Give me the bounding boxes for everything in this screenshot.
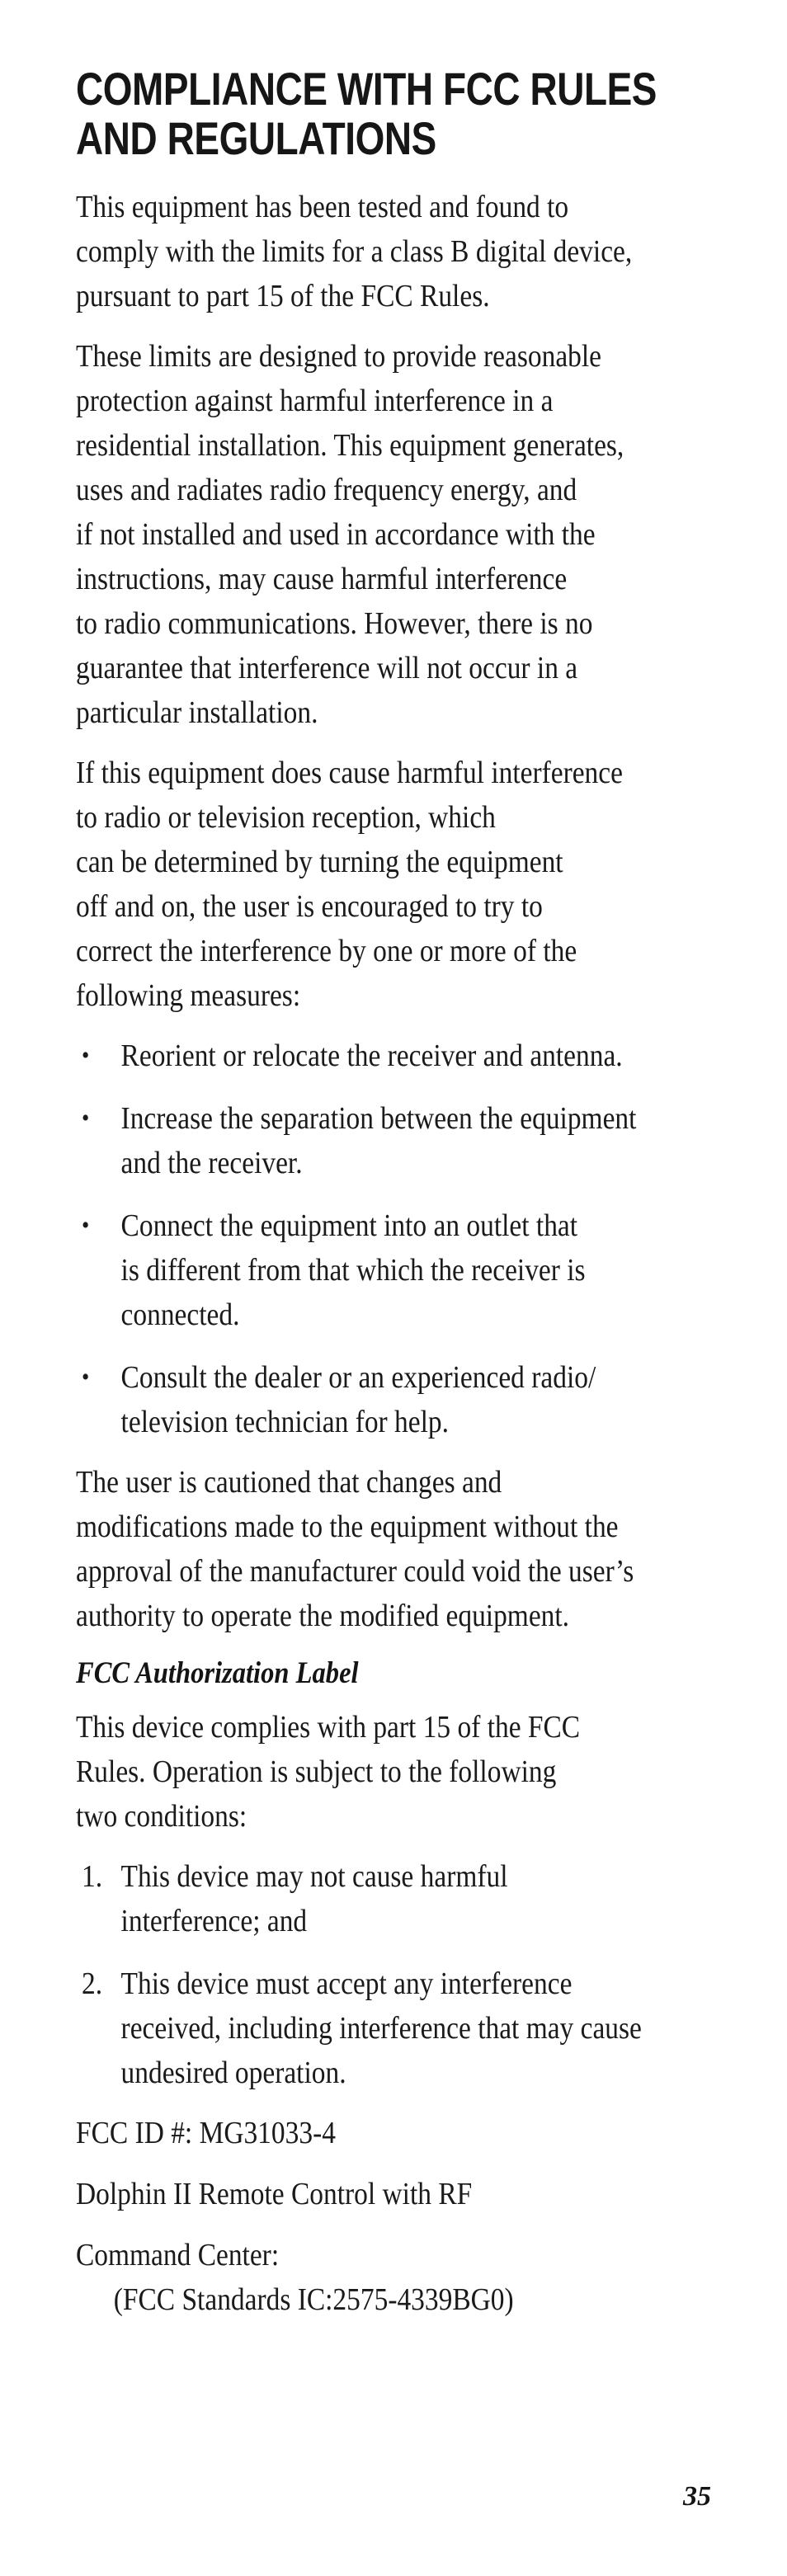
paragraph-line: guarantee that interference will not occ… <box>76 651 578 685</box>
bullet-icon: • <box>82 1042 90 1069</box>
paragraph-line: two conditions: <box>76 1799 247 1834</box>
paragraph-line: comply with the limits for a class B dig… <box>76 234 633 269</box>
paragraph-line: This equipment has been tested and found… <box>76 190 569 224</box>
list-item-line: This device must accept any interference <box>120 1966 573 2001</box>
bullet-icon: • <box>82 1104 90 1132</box>
list-number: 2. <box>82 1966 103 2001</box>
section-subheading: FCC Authorization Label <box>76 1656 359 1690</box>
paragraph-caution: The user is cautioned that changes and m… <box>76 1460 703 1638</box>
list-item-line: Connect the equipment into an outlet tha… <box>120 1208 578 1243</box>
paragraph-line: to radio communications. However, there … <box>76 606 593 641</box>
conditions-numbered-list: 1. This device may not cause harmful int… <box>76 1854 703 2095</box>
product-name-line: Dolphin II Remote Control with RF <box>76 2177 473 2211</box>
paragraph-line: protection against harmful interference … <box>76 384 554 418</box>
paragraph-line: These limits are designed to provide rea… <box>76 339 602 374</box>
list-item-line: received, including interference that ma… <box>120 2011 642 2046</box>
paragraph-line: particular installation. <box>76 695 318 730</box>
paragraph-line: uses and radiates radio frequency energy… <box>76 473 577 507</box>
document-page: COMPLIANCE WITH FCC RULES AND REGULATION… <box>0 0 787 2576</box>
list-item: • Increase the separation between the eq… <box>76 1096 747 1185</box>
list-item-line: and the receiver. <box>120 1146 303 1180</box>
paragraph-line: off and on, the user is encouraged to tr… <box>76 889 543 924</box>
paragraph-line: can be determined by turning the equipme… <box>76 845 563 879</box>
paragraph-compliance: This device complies with part 15 of the… <box>76 1705 703 1839</box>
list-item-line: Consult the dealer or an experienced rad… <box>120 1360 596 1395</box>
list-number: 1. <box>82 1859 103 1894</box>
paragraph-line: This device complies with part 15 of the… <box>76 1710 581 1745</box>
paragraph-line: following measures: <box>76 978 301 1013</box>
list-item-line: undesired operation. <box>120 2056 346 2090</box>
list-item-line: interference; and <box>120 1904 308 1938</box>
list-item-line: This device may not cause harmful <box>120 1859 508 1894</box>
page-content: COMPLIANCE WITH FCC RULES AND REGULATION… <box>76 0 703 2322</box>
paragraph-line: The user is cautioned that changes and <box>76 1465 502 1500</box>
fcc-standards-line: (FCC Standards IC:2575-4339BG0) <box>113 2282 514 2317</box>
list-item: 2. This device must accept any interfere… <box>76 1961 747 2095</box>
list-item-line: is different from that which the receive… <box>120 1253 586 1288</box>
list-item-line: connected. <box>120 1297 240 1332</box>
list-item: • Connect the equipment into an outlet t… <box>76 1203 747 1337</box>
list-item-line: television technician for help. <box>120 1405 449 1439</box>
paragraph-line: modifications made to the equipment with… <box>76 1509 619 1544</box>
page-number: 35 <box>683 2481 711 2512</box>
list-item: • Consult the dealer or an experienced r… <box>76 1355 747 1444</box>
measures-bullet-list: • Reorient or relocate the receiver and … <box>76 1034 703 1444</box>
paragraph-line: to radio or television reception, which <box>76 800 496 835</box>
paragraph-line: authority to operate the modified equipm… <box>76 1599 570 1633</box>
paragraph-line: If this equipment does cause harmful int… <box>76 756 623 790</box>
list-item-line: Reorient or relocate the receiver and an… <box>120 1038 623 1073</box>
page-title-line-1: COMPLIANCE WITH FCC RULES <box>76 63 657 115</box>
list-item-line: Increase the separation between the equi… <box>120 1101 637 1136</box>
list-item: • Reorient or relocate the receiver and … <box>76 1034 747 1078</box>
fcc-id-line: FCC ID #: MG31033-4 <box>76 2116 336 2150</box>
page-title-line-2: AND REGULATIONS <box>76 112 436 164</box>
paragraph-line: instructions, may cause harmful interfer… <box>76 562 568 596</box>
paragraph-line: Rules. Operation is subject to the follo… <box>76 1754 557 1789</box>
bullet-icon: • <box>82 1363 90 1391</box>
paragraph-line: residential installation. This equipment… <box>76 428 624 463</box>
paragraph-line: approval of the manufacturer could void … <box>76 1554 634 1589</box>
paragraph-line: if not installed and used in accordance … <box>76 517 596 552</box>
list-item: 1. This device may not cause harmful int… <box>76 1854 747 1943</box>
page-title: COMPLIANCE WITH FCC RULES AND REGULATION… <box>76 0 714 163</box>
paragraph-interference: If this equipment does cause harmful int… <box>76 751 703 1018</box>
paragraph-intro: This equipment has been tested and found… <box>76 185 703 318</box>
bullet-icon: • <box>82 1212 90 1239</box>
paragraph-limits: These limits are designed to provide rea… <box>76 334 703 735</box>
paragraph-line: pursuant to part 15 of the FCC Rules. <box>76 279 490 313</box>
paragraph-line: correct the interference by one or more … <box>76 934 577 968</box>
command-center-line: Command Center: <box>76 2238 280 2272</box>
